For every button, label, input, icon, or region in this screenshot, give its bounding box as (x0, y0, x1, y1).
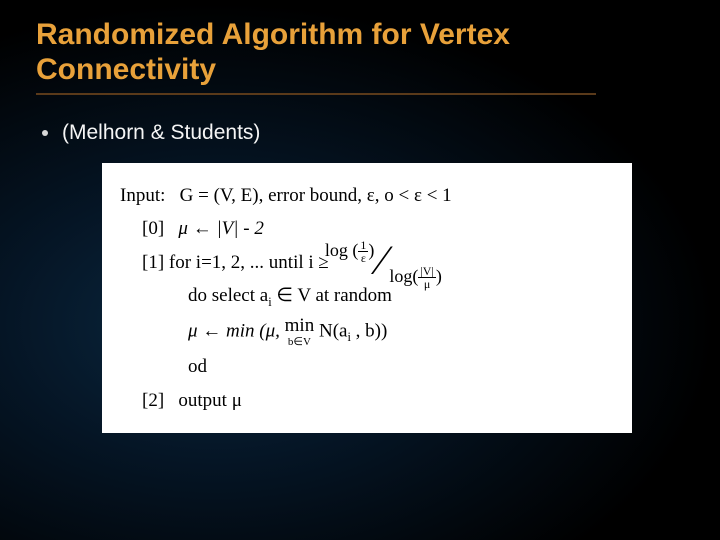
min-op: min (285, 316, 315, 335)
step0-tag: [0] (142, 218, 164, 239)
algo-do-select: do select ai ∈ V at random (120, 281, 614, 312)
mu-lhs: μ ← min (μ, (188, 321, 285, 342)
frac-num-close: ) (368, 240, 374, 260)
slide-title: Randomized Algorithm for Vertex Connecti… (36, 18, 684, 87)
bullet-text: (Melhorn & Students) (62, 121, 260, 145)
mu-rhs-b: , b)) (351, 321, 387, 342)
input-label: Input: (120, 185, 165, 206)
step2-body: output μ (178, 390, 242, 411)
algo-step-1: [1] for i=1, 2, ... until i ≥ log (1ε) ∕… (120, 248, 614, 277)
frac-den-d: μ (422, 278, 432, 290)
frac-denominator: log(|V|μ) (389, 263, 441, 291)
do-select-head: do select a (188, 285, 268, 306)
min-cond: b∈V (288, 337, 311, 348)
algo-step-2: [2] output μ (120, 386, 614, 415)
min-operator: min b∈V (285, 316, 315, 348)
frac-num-d: ε (359, 252, 368, 264)
do-select-tail: ∈ V at random (272, 285, 392, 306)
bullet-row: (Melhorn & Students) (42, 121, 684, 145)
input-text: G = (V, E), error bound, ε, o < ε < 1 (180, 185, 452, 206)
frac-den-outer: log( (389, 266, 418, 286)
step0-body: μ ← |V| - 2 (178, 218, 263, 239)
frac-numerator: log (1ε) (325, 237, 375, 265)
bullet-dot-icon (42, 130, 48, 136)
log-fraction: log (1ε) ∕ log(|V|μ) (335, 249, 432, 277)
algo-input-line: Input: G = (V, E), error bound, ε, o < ε… (120, 181, 614, 210)
slide: Randomized Algorithm for Vertex Connecti… (0, 0, 720, 540)
mu-rhs-a: N(a (314, 321, 347, 342)
algorithm-box: Input: G = (V, E), error bound, ε, o < ε… (102, 163, 632, 433)
od-text: od (188, 356, 207, 377)
frac-den-inner: |V|μ (418, 265, 435, 290)
frac-num-outer: log ( (325, 240, 359, 260)
title-underline (36, 93, 596, 95)
step1-for: for i=1, 2, ... until i ≥ (169, 248, 329, 277)
step2-tag: [2] (142, 390, 164, 411)
step1-tag: [1] (142, 248, 164, 277)
frac-num-inner: 1ε (358, 239, 368, 264)
algo-od: od (120, 352, 614, 381)
frac-den-close: ) (436, 266, 442, 286)
algo-mu-update: μ ← min (μ, minb∈V N(ai , b)) (120, 316, 614, 348)
